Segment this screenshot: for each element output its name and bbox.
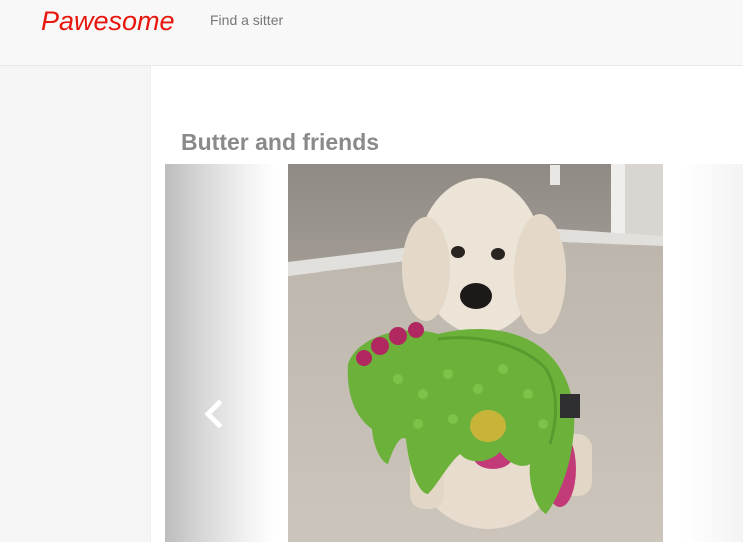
- carousel-photo: [288, 164, 663, 542]
- nav-link-find-a-sitter[interactable]: Find a sitter: [210, 11, 283, 29]
- main-content: Butter and friends: [151, 66, 743, 542]
- carousel-prev-button[interactable]: [165, 164, 275, 542]
- top-navbar: Pawesome Find a sitter: [0, 0, 743, 66]
- photo-carousel: [165, 164, 743, 542]
- dog-photo-image: [288, 164, 663, 542]
- chevron-left-icon: [204, 400, 223, 428]
- page-title: Butter and friends: [181, 129, 380, 155]
- sidebar: [0, 66, 151, 542]
- carousel-next-button[interactable]: [683, 164, 743, 542]
- brand-logo-link[interactable]: Pawesome: [41, 4, 175, 38]
